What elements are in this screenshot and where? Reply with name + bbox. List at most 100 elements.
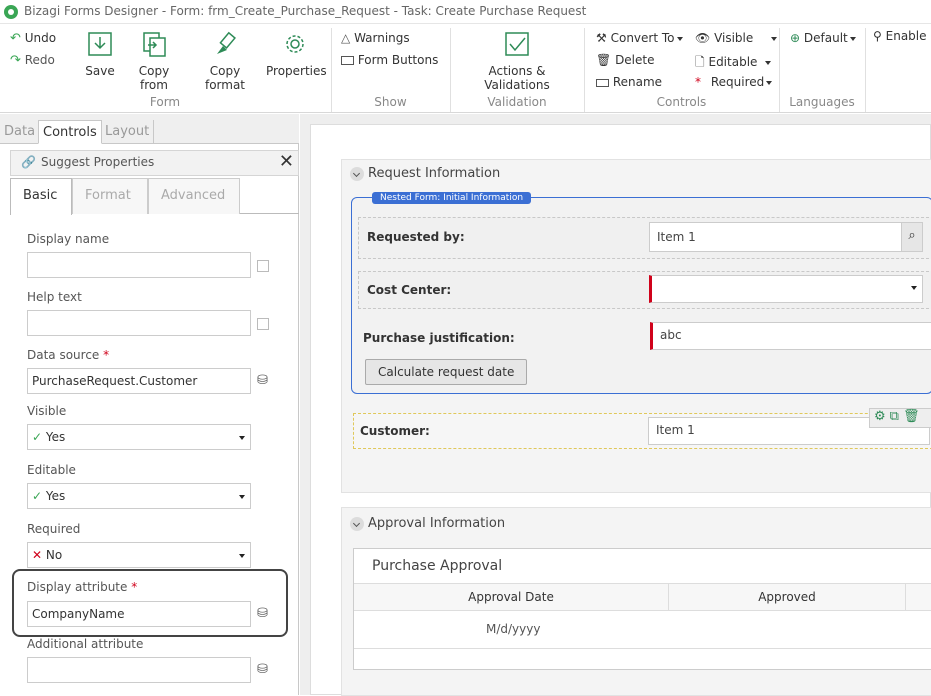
edit-icon: 🗋 <box>695 55 705 69</box>
form-canvas-area: Request Information Nested Form: Initial… <box>300 114 931 696</box>
section-header[interactable]: Request Information <box>350 166 500 181</box>
database-icon[interactable]: ⛁ <box>257 374 269 387</box>
justification-input[interactable]: abc <box>650 322 931 350</box>
chevron-down-icon[interactable] <box>911 286 917 290</box>
display-attribute-input[interactable]: CompanyName <box>27 601 251 627</box>
properties-button[interactable]: Properties <box>266 30 327 78</box>
data-source-input[interactable]: PurchaseRequest.Customer <box>27 368 251 394</box>
suggest-title: Suggest Properties <box>41 155 155 169</box>
visible-label: Visible <box>27 404 67 418</box>
group-label-controls: Controls <box>656 95 707 109</box>
title-bar: Bizagi Forms Designer - Form: frm_Create… <box>0 0 931 24</box>
grid-column-header[interactable]: Approved <box>669 584 906 610</box>
display-name-input[interactable] <box>27 252 251 278</box>
required-label: Required <box>27 522 81 536</box>
table-row[interactable]: M/d/yyyy <box>354 611 931 649</box>
enable-button[interactable]: ⚲ Enable <box>873 29 927 43</box>
grid-header-row: Approval Date Approved <box>354 583 931 611</box>
copy-from-icon <box>143 32 166 57</box>
chevron-down-icon[interactable] <box>350 516 364 531</box>
justification-label: Purchase justification: <box>363 331 515 345</box>
check-icon: ✓ <box>32 430 43 444</box>
mail-icon[interactable] <box>257 260 269 272</box>
save-button[interactable]: Save <box>84 30 116 78</box>
group-label-languages: Languages <box>789 95 855 109</box>
database-icon[interactable]: ⛁ <box>257 663 269 676</box>
field-row-customer[interactable]: Customer: Item 1 ⚙⧉🗑 <box>353 408 931 449</box>
tab-format[interactable]: Format <box>72 178 148 214</box>
enable-icon: ⚲ <box>873 29 882 43</box>
left-tabs: Data Controls Layout <box>0 114 299 144</box>
gear-icon[interactable]: ⚙ <box>874 409 890 424</box>
trash-icon[interactable]: 🗑 <box>903 409 924 424</box>
convert-icon: ⚒ <box>596 31 607 45</box>
group-label-validation: Validation <box>487 95 547 109</box>
required-dropdown[interactable]: * Required <box>695 75 773 89</box>
calculate-request-date-button[interactable]: Calculate request date <box>365 359 528 385</box>
delete-button[interactable]: 🗑 Delete <box>596 53 655 67</box>
eye-icon: 👁 <box>695 31 711 45</box>
requested-by-input[interactable]: Item 1 <box>649 222 923 252</box>
suggest-properties-bar[interactable]: 🔗 Suggest Properties ✕ <box>10 150 299 176</box>
visible-select[interactable]: ✓ Yes <box>27 424 251 450</box>
cost-center-label: Cost Center: <box>367 283 452 297</box>
nested-form[interactable]: Nested Form: Initial Information Request… <box>351 192 931 394</box>
copy-from-button[interactable]: Copy from <box>124 30 184 92</box>
redo-button[interactable]: ↷ Redo <box>10 53 55 68</box>
grid-column-header[interactable]: Approval Date <box>354 584 669 610</box>
group-label-form: Form <box>149 95 181 109</box>
tab-layout[interactable]: Layout <box>101 120 155 144</box>
field-row-cost-center[interactable]: Cost Center: <box>358 271 931 309</box>
copy-format-button[interactable]: Copy format <box>190 30 260 92</box>
database-icon[interactable]: ⛁ <box>257 607 269 620</box>
rename-button[interactable]: Rename <box>596 75 662 89</box>
tab-data[interactable]: Data <box>0 120 41 144</box>
mail-icon[interactable] <box>257 318 269 330</box>
warnings-button[interactable]: △ Warnings <box>341 31 410 45</box>
gear-icon <box>286 35 304 53</box>
purchase-approval-grid[interactable]: Purchase Approval Approval Date Approved… <box>353 548 931 670</box>
search-icon[interactable]: ⌕ <box>901 223 922 251</box>
form-buttons-button[interactable]: Form Buttons <box>341 53 438 67</box>
required-select[interactable]: ✕ No <box>27 542 251 568</box>
actions-validations-button[interactable]: Actions & Validations <box>458 30 576 92</box>
window-title: Bizagi Forms Designer - Form: frm_Create… <box>24 4 587 18</box>
section-header[interactable]: Approval Information <box>350 516 505 531</box>
form-buttons-icon <box>341 56 354 65</box>
help-text-input[interactable] <box>27 310 251 336</box>
trash-icon: 🗑 <box>596 53 612 67</box>
undo-button[interactable]: ↶ Undo <box>10 31 56 46</box>
chevron-down-icon[interactable] <box>350 166 364 181</box>
editable-select[interactable]: ✓ Yes <box>27 483 251 509</box>
editable-label: Editable <box>27 463 76 477</box>
grid-cell-date[interactable]: M/d/yyyy <box>486 622 540 636</box>
group-label-show: Show <box>374 95 407 109</box>
ribbon: ↶ Undo ↷ Redo Save Copy from Copy format… <box>0 24 931 113</box>
additional-attribute-input[interactable] <box>27 657 251 683</box>
warning-icon: △ <box>341 31 351 45</box>
section-request-information[interactable]: Request Information Nested Form: Initial… <box>341 159 931 493</box>
section-approval-information[interactable]: Approval Information Purchase Approval A… <box>341 507 931 696</box>
convert-to-button[interactable]: ⚒ Convert To <box>596 31 683 45</box>
close-icon[interactable]: ✕ <box>279 151 294 172</box>
editable-dropdown[interactable]: 🗋 Editable <box>695 53 772 74</box>
cost-center-select[interactable] <box>649 275 923 303</box>
data-source-label: Data source * <box>27 348 110 362</box>
check-icon: ✓ <box>32 489 43 503</box>
additional-attribute-label: Additional attribute <box>27 637 144 651</box>
asterisk-icon: * <box>695 75 701 89</box>
paint-brush-icon <box>217 31 236 54</box>
link-icon: 🔗 <box>21 155 36 169</box>
control-actions-toolbar[interactable]: ⚙⧉🗑 <box>869 408 931 428</box>
properties-panel: Data Controls Layout 🔗 Suggest Propertie… <box>0 114 299 695</box>
tab-controls[interactable]: Controls <box>38 120 102 144</box>
save-icon <box>88 32 112 56</box>
language-dropdown[interactable]: ⊕ Default <box>790 31 856 45</box>
tab-basic[interactable]: Basic <box>10 178 72 215</box>
field-row-requested-by[interactable]: Requested by: Item 1 ⌕ <box>358 217 931 259</box>
copy-icon[interactable]: ⧉ <box>890 409 903 424</box>
visible-dropdown[interactable]: 👁 Visible <box>695 31 778 45</box>
display-attribute-label: Display attribute * <box>27 580 138 594</box>
requested-by-label: Requested by: <box>367 230 465 244</box>
tab-advanced[interactable]: Advanced <box>148 178 240 214</box>
